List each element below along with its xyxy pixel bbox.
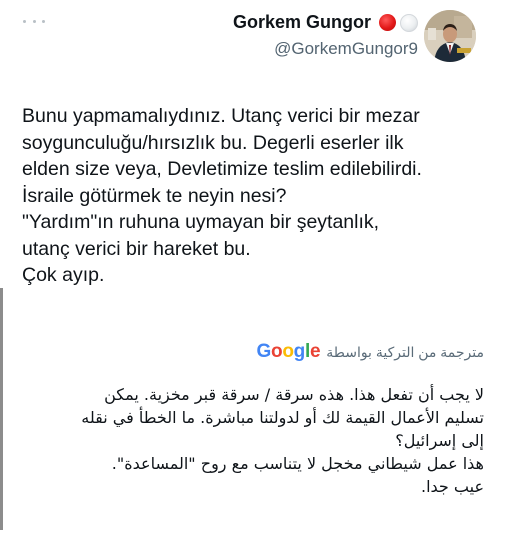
tweet-text: Bunu yapmamalıydınız. Utanç verici bir m… [22,105,422,286]
author-handle[interactable]: @GorkemGungor9 [233,39,418,59]
google-logo: Google [256,341,321,362]
translated-text: لا يجب أن تفعل هذا. هذه سرقة / سرقة قبر … [81,385,484,496]
author-name-row[interactable]: Gorkem Gungor [233,12,418,33]
thread-line [0,288,3,530]
author-display-name[interactable]: Gorkem Gungor [233,12,371,33]
profile-photo-icon [424,10,476,62]
white-circle-icon [400,13,418,32]
avatar[interactable] [424,10,476,62]
translation-attribution[interactable]: Google مترجمة من التركية بواسطة [257,341,484,363]
translation-label: مترجمة من التركية بواسطة [326,343,484,360]
more-options-icon[interactable] [23,16,45,26]
tweet-header: Gorkem Gungor @GorkemGungor9 [233,12,418,59]
red-circle-icon [379,14,396,31]
